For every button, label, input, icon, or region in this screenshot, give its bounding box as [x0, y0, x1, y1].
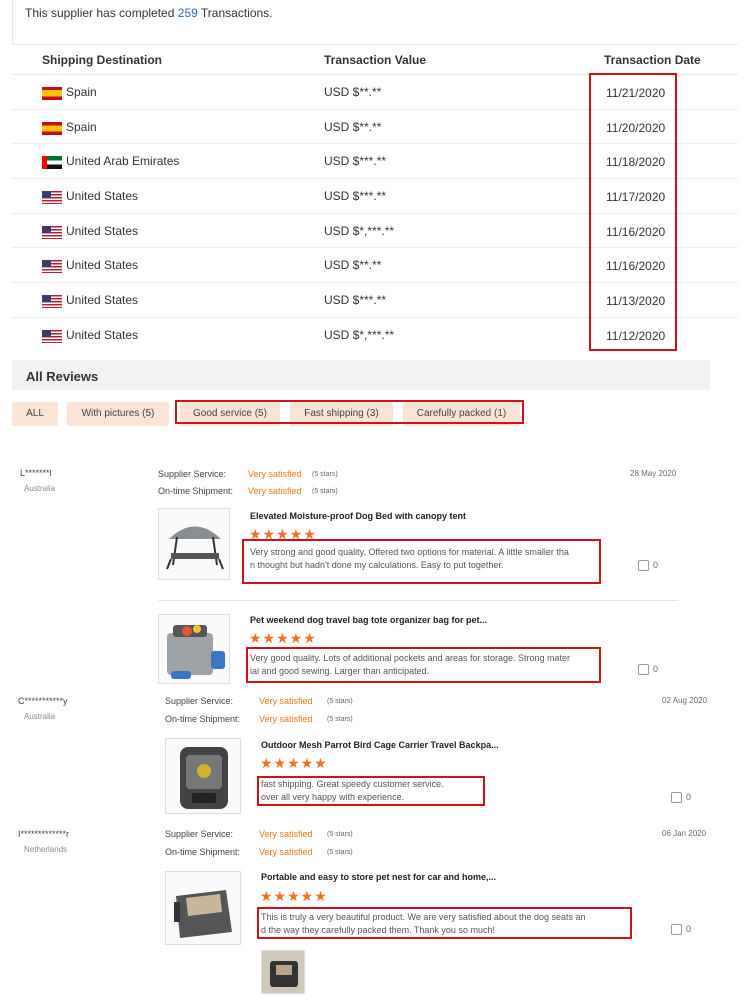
reviews-title: All Reviews — [26, 369, 99, 384]
row-value: USD $*,***.** — [324, 223, 395, 238]
review-text-highlight — [257, 907, 632, 939]
thumbs-up-icon — [638, 664, 649, 676]
row-country: United Arab Emirates — [66, 154, 180, 169]
thumbs-up-icon — [638, 560, 649, 572]
product-image-dog-bed[interactable] — [158, 508, 230, 580]
product-image-bird-carrier[interactable] — [165, 738, 241, 814]
divider — [158, 600, 678, 601]
reviewer-name: C***********y — [18, 696, 68, 706]
summary-text: This supplier has completed 259 Transact… — [25, 6, 273, 20]
ontime-shipment-rating: Very satisfied — [259, 714, 313, 724]
ontime-shipment-label: On-time Shipment: — [158, 486, 234, 496]
us-flag-icon — [42, 329, 62, 343]
ontime-shipment-rating: Very satisfied — [259, 847, 313, 857]
filter-with-pictures-button[interactable]: With pictures (5) — [67, 402, 169, 426]
like-count: 0 — [653, 560, 659, 570]
review-date: 02 Aug 2020 — [662, 696, 707, 705]
row-country: United States — [66, 189, 139, 204]
supplier-service-stars: (5 stars) — [327, 831, 353, 838]
filter-highlight — [175, 400, 524, 424]
uae-flag-icon — [42, 156, 62, 170]
row-value: USD $*,***.** — [324, 327, 395, 342]
us-flag-icon — [42, 191, 62, 205]
like-count: 0 — [686, 792, 692, 802]
supplier-service-stars: (5 stars) — [327, 698, 353, 705]
row-country: United States — [66, 258, 139, 273]
transaction-count[interactable]: 259 — [178, 6, 198, 20]
review-date: 28 May 2020 — [630, 469, 677, 478]
like-count: 0 — [653, 664, 659, 674]
row-value: USD $***.** — [324, 189, 387, 204]
product-title[interactable]: Portable and easy to store pet nest for … — [261, 872, 496, 882]
thumbs-up-icon — [671, 792, 682, 804]
review-date: 06 Jan 2020 — [662, 829, 707, 838]
review-photo[interactable] — [261, 950, 305, 994]
thumbs-up-icon — [671, 924, 682, 936]
reviewer-country: Australia — [24, 712, 56, 721]
row-value: USD $**.** — [324, 258, 382, 273]
row-country: United States — [66, 293, 139, 308]
us-flag-icon — [42, 295, 62, 309]
review-text-highlight — [242, 539, 601, 584]
header-transaction-date: Transaction Date — [604, 53, 701, 67]
reviews-header: All Reviews — [12, 360, 710, 390]
like-button[interactable]: 0 — [671, 924, 692, 936]
product-title[interactable]: Outdoor Mesh Parrot Bird Cage Carrier Tr… — [261, 740, 499, 750]
filter-all-button[interactable]: ALL — [12, 402, 58, 426]
supplier-service-label: Supplier Service: — [165, 829, 234, 839]
product-image-pet-nest[interactable] — [165, 871, 241, 945]
summary-suffix: Transactions. — [200, 6, 273, 20]
reviewer-name: I*************r — [18, 829, 70, 839]
product-title[interactable]: Pet weekend dog travel bag tote organize… — [250, 615, 487, 625]
ontime-shipment-stars: (5 stars) — [312, 488, 338, 495]
spain-flag-icon — [42, 87, 62, 100]
like-button[interactable]: 0 — [671, 792, 692, 804]
row-value: USD $**.** — [324, 119, 382, 134]
table-header: Shipping Destination Transaction Value T… — [12, 45, 738, 75]
row-value: USD $***.** — [324, 293, 387, 308]
row-country: United States — [66, 223, 139, 238]
ontime-shipment-label: On-time Shipment: — [165, 847, 241, 857]
summary-prefix: This supplier has completed — [25, 6, 175, 20]
reviewer-country: Netherlands — [24, 845, 68, 854]
supplier-service-label: Supplier Service: — [158, 469, 227, 479]
like-button[interactable]: 0 — [638, 664, 659, 676]
us-flag-icon — [42, 225, 62, 239]
ontime-shipment-stars: (5 stars) — [327, 716, 353, 723]
us-flag-icon — [42, 260, 62, 274]
like-button[interactable]: 0 — [638, 560, 659, 572]
rating-stars: ★★★★★ — [260, 888, 328, 904]
product-image-travel-bag[interactable] — [158, 614, 230, 684]
ontime-shipment-rating: Very satisfied — [248, 486, 302, 496]
supplier-service-label: Supplier Service: — [165, 696, 234, 706]
ontime-shipment-label: On-time Shipment: — [165, 714, 241, 724]
row-value: USD $***.** — [324, 154, 387, 169]
reviewer-name: L*******l — [20, 468, 52, 478]
supplier-service-rating: Very satisfied — [248, 469, 302, 479]
spain-flag-icon — [42, 121, 62, 135]
supplier-service-rating: Very satisfied — [259, 829, 313, 839]
reviewer-country: Australia — [24, 484, 56, 493]
header-shipping-destination: Shipping Destination — [42, 53, 162, 67]
supplier-service-rating: Very satisfied — [259, 696, 313, 706]
row-country: Spain — [66, 85, 97, 99]
row-country: Spain — [66, 119, 97, 134]
date-column-highlight — [589, 73, 677, 351]
review-text-highlight — [257, 776, 485, 806]
header-transaction-value: Transaction Value — [324, 53, 427, 67]
product-title[interactable]: Elevated Moisture-proof Dog Bed with can… — [250, 511, 466, 521]
like-count: 0 — [686, 924, 692, 934]
transaction-summary: This supplier has completed 259 Transact… — [12, 0, 738, 44]
row-country: United States — [66, 327, 139, 342]
ontime-shipment-stars: (5 stars) — [327, 849, 353, 856]
supplier-service-stars: (5 stars) — [312, 471, 338, 478]
review-text-highlight — [246, 647, 601, 683]
rating-stars: ★★★★★ — [249, 630, 317, 646]
rating-stars: ★★★★★ — [260, 755, 328, 771]
row-value: USD $**.** — [324, 85, 382, 99]
